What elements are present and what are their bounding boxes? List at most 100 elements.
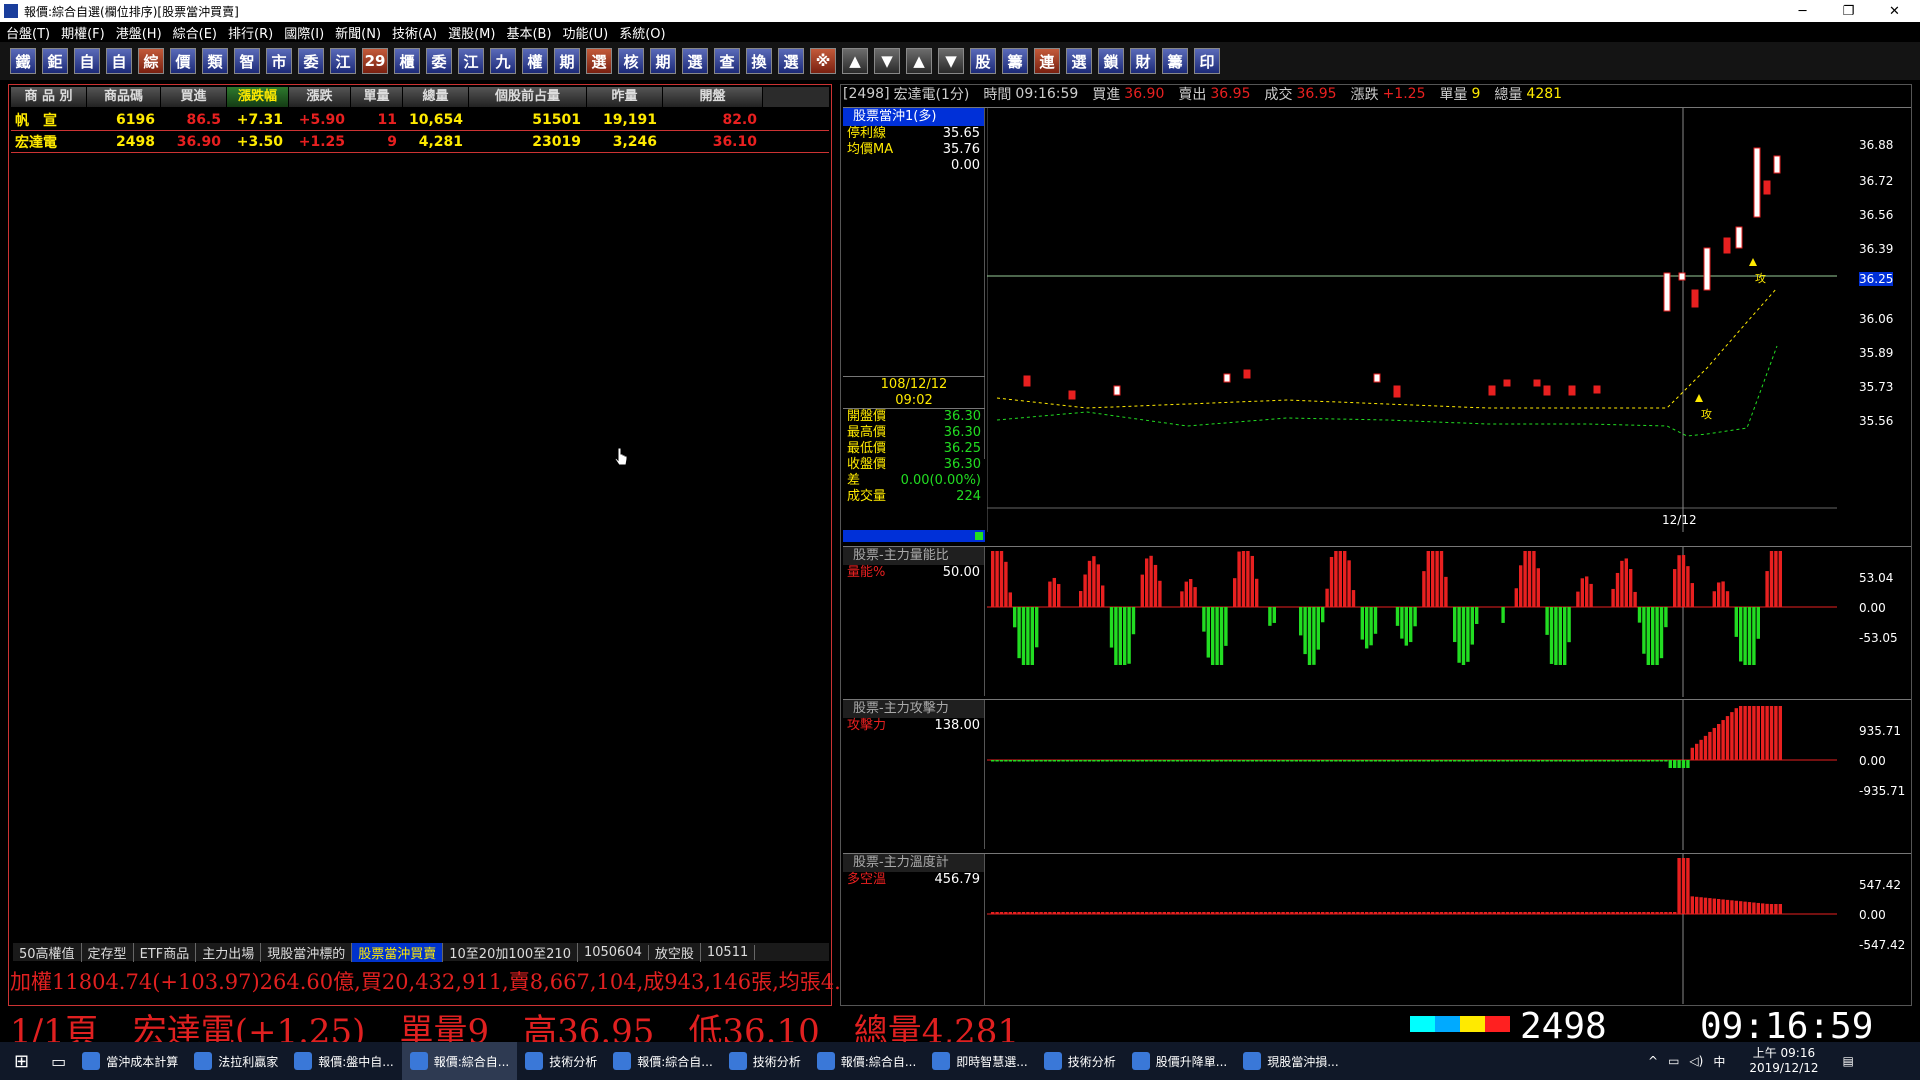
column-header[interactable]: 昨量 — [587, 87, 663, 107]
network-icon[interactable]: ▭ — [1668, 1054, 1679, 1068]
toolbar-button[interactable]: 29 — [362, 48, 388, 74]
clock-time[interactable]: 上午 09:16 — [1749, 1046, 1818, 1061]
close-button[interactable]: ✕ — [1872, 0, 1917, 22]
attack-power-title[interactable]: 股票-主力攻擊力 — [843, 700, 984, 718]
group-tab[interactable]: ETF商品 — [134, 942, 197, 962]
toolbar-button[interactable]: 選 — [586, 48, 612, 74]
toolbar-button[interactable]: ▼ — [874, 48, 900, 74]
toolbar-button[interactable]: 江 — [458, 48, 484, 74]
toolbar-button[interactable]: 股 — [970, 48, 996, 74]
toolbar-button[interactable]: 委 — [426, 48, 452, 74]
taskbar-item[interactable]: 現股當沖損... — [1235, 1042, 1346, 1080]
group-tab[interactable]: 10至20加100至210 — [443, 942, 578, 962]
group-tab[interactable]: 定存型 — [82, 942, 134, 962]
taskbar-item[interactable]: 報價:綜合自... — [605, 1042, 721, 1080]
column-header[interactable]: 買進 — [161, 87, 227, 107]
toolbar-button[interactable]: 市 — [266, 48, 292, 74]
menu-item[interactable]: 台盤(T) — [6, 23, 50, 42]
column-header[interactable]: 漲跌 — [289, 87, 351, 107]
taskbar-item[interactable]: 技術分析 — [721, 1042, 809, 1080]
toolbar-button[interactable]: 價 — [170, 48, 196, 74]
toolbar-button[interactable]: 鉅 — [42, 48, 68, 74]
toolbar-button[interactable]: 綜 — [138, 48, 164, 74]
taskbar-item[interactable]: 報價:綜合自... — [809, 1042, 925, 1080]
group-tab[interactable]: 放空股 — [649, 942, 701, 962]
minimize-button[interactable]: ─ — [1780, 0, 1825, 22]
task-view-icon[interactable]: ▭ — [43, 1042, 74, 1080]
volume-icon[interactable]: ◁) — [1689, 1054, 1703, 1068]
toolbar-button[interactable]: 智 — [234, 48, 260, 74]
toolbar-button[interactable]: 期 — [650, 48, 676, 74]
group-tab[interactable]: 股票當沖買賣 — [352, 942, 444, 962]
menu-item[interactable]: 綜合(E) — [173, 23, 217, 42]
column-header[interactable]: 單量 — [351, 87, 403, 107]
ime-indicator[interactable]: 中 — [1713, 1053, 1725, 1070]
toolbar-button[interactable]: 江 — [330, 48, 356, 74]
toolbar-button[interactable]: 財 — [1130, 48, 1156, 74]
toolbar-button[interactable]: ▼ — [938, 48, 964, 74]
taskbar-item[interactable]: 當沖成本計算 — [74, 1042, 186, 1080]
toolbar-button[interactable]: 類 — [202, 48, 228, 74]
taskbar-item[interactable]: 技術分析 — [1036, 1042, 1124, 1080]
group-tab[interactable]: 現股當沖標的 — [261, 942, 353, 962]
taskbar-item[interactable]: 技術分析 — [517, 1042, 605, 1080]
toolbar-button[interactable]: ▲ — [906, 48, 932, 74]
menu-item[interactable]: 港盤(H) — [116, 23, 162, 42]
toolbar-button[interactable]: 印 — [1194, 48, 1220, 74]
tray-arrow-icon[interactable]: ^ — [1648, 1054, 1658, 1068]
table-row[interactable]: 宏達電 2498 36.90 +3.50 +1.25 9 4,281 23019 3,246 36… — [11, 131, 829, 153]
column-header[interactable]: 漲跌幅 — [227, 87, 289, 107]
toolbar-button[interactable]: 自 — [106, 48, 132, 74]
toolbar-button[interactable]: 選 — [778, 48, 804, 74]
taskbar-item[interactable]: 即時智慧選... — [924, 1042, 1035, 1080]
menu-item[interactable]: 功能(U) — [563, 23, 609, 42]
toolbar-button[interactable]: 自 — [74, 48, 100, 74]
group-tab[interactable]: 10511 — [701, 944, 756, 960]
toolbar-button[interactable]: 籌 — [1162, 48, 1188, 74]
volume-ratio-title[interactable]: 股票-主力量能比 — [843, 547, 984, 565]
menu-item[interactable]: 排行(R) — [228, 23, 273, 42]
thermometer-title[interactable]: 股票-主力溫度計 — [843, 854, 984, 872]
column-header[interactable]: 商品碼 — [87, 87, 161, 107]
menu-item[interactable]: 期權(F) — [61, 23, 105, 42]
column-header[interactable]: 商 品 別 — [11, 87, 87, 107]
toolbar-button[interactable]: 換 — [746, 48, 772, 74]
menu-item[interactable]: 新聞(N) — [335, 23, 381, 42]
toolbar-button[interactable]: 櫃 — [394, 48, 420, 74]
toolbar-button[interactable]: 鐵 — [10, 48, 36, 74]
taskbar-item[interactable]: 報價:綜合自... — [401, 1042, 518, 1080]
toolbar-button[interactable]: ※ — [810, 48, 836, 74]
table-row[interactable]: 帆 宣 6196 86.5 +7.31 +5.90 11 10,654 51501 19,191… — [11, 109, 829, 131]
toolbar-button[interactable]: 期 — [554, 48, 580, 74]
toolbar-button[interactable]: 籌 — [1002, 48, 1028, 74]
notification-icon[interactable]: ▤ — [1843, 1054, 1854, 1068]
menu-item[interactable]: 國際(I) — [284, 23, 324, 42]
taskbar-item[interactable]: 法拉利贏家 — [186, 1042, 286, 1080]
main-pane-title[interactable]: 股票當沖1(多) — [843, 108, 984, 126]
restore-button[interactable]: ❐ — [1826, 0, 1871, 22]
toolbar-button[interactable]: 鎖 — [1098, 48, 1124, 74]
start-button[interactable]: ⊞ — [0, 1042, 43, 1080]
toolbar-button[interactable]: 選 — [1066, 48, 1092, 74]
toolbar-button[interactable]: 查 — [714, 48, 740, 74]
group-tab[interactable]: 主力出場 — [196, 942, 262, 962]
toolbar-button[interactable]: 選 — [682, 48, 708, 74]
menu-item[interactable]: 技術(A) — [392, 23, 437, 42]
clock-date[interactable]: 2019/12/12 — [1749, 1061, 1818, 1076]
column-header[interactable]: 個股前占量 — [469, 87, 587, 107]
toolbar-button[interactable]: ▲ — [842, 48, 868, 74]
toolbar-button[interactable]: 委 — [298, 48, 324, 74]
taskbar-item[interactable]: 股價升降單... — [1124, 1042, 1235, 1080]
menu-item[interactable]: 選股(M) — [448, 23, 495, 42]
menu-item[interactable]: 系統(O) — [619, 23, 665, 42]
toolbar-button[interactable]: 權 — [522, 48, 548, 74]
scroll-bar[interactable] — [843, 530, 985, 542]
toolbar-button[interactable]: 九 — [490, 48, 516, 74]
group-tab[interactable]: 50高權值 — [13, 942, 82, 962]
menu-item[interactable]: 基本(B) — [506, 23, 551, 42]
taskbar-item[interactable]: 報價:盤中自... — [286, 1042, 402, 1080]
column-header[interactable]: 開盤 — [663, 87, 763, 107]
toolbar-button[interactable]: 連 — [1034, 48, 1060, 74]
toolbar-button[interactable]: 核 — [618, 48, 644, 74]
group-tab[interactable]: 1050604 — [578, 944, 649, 960]
